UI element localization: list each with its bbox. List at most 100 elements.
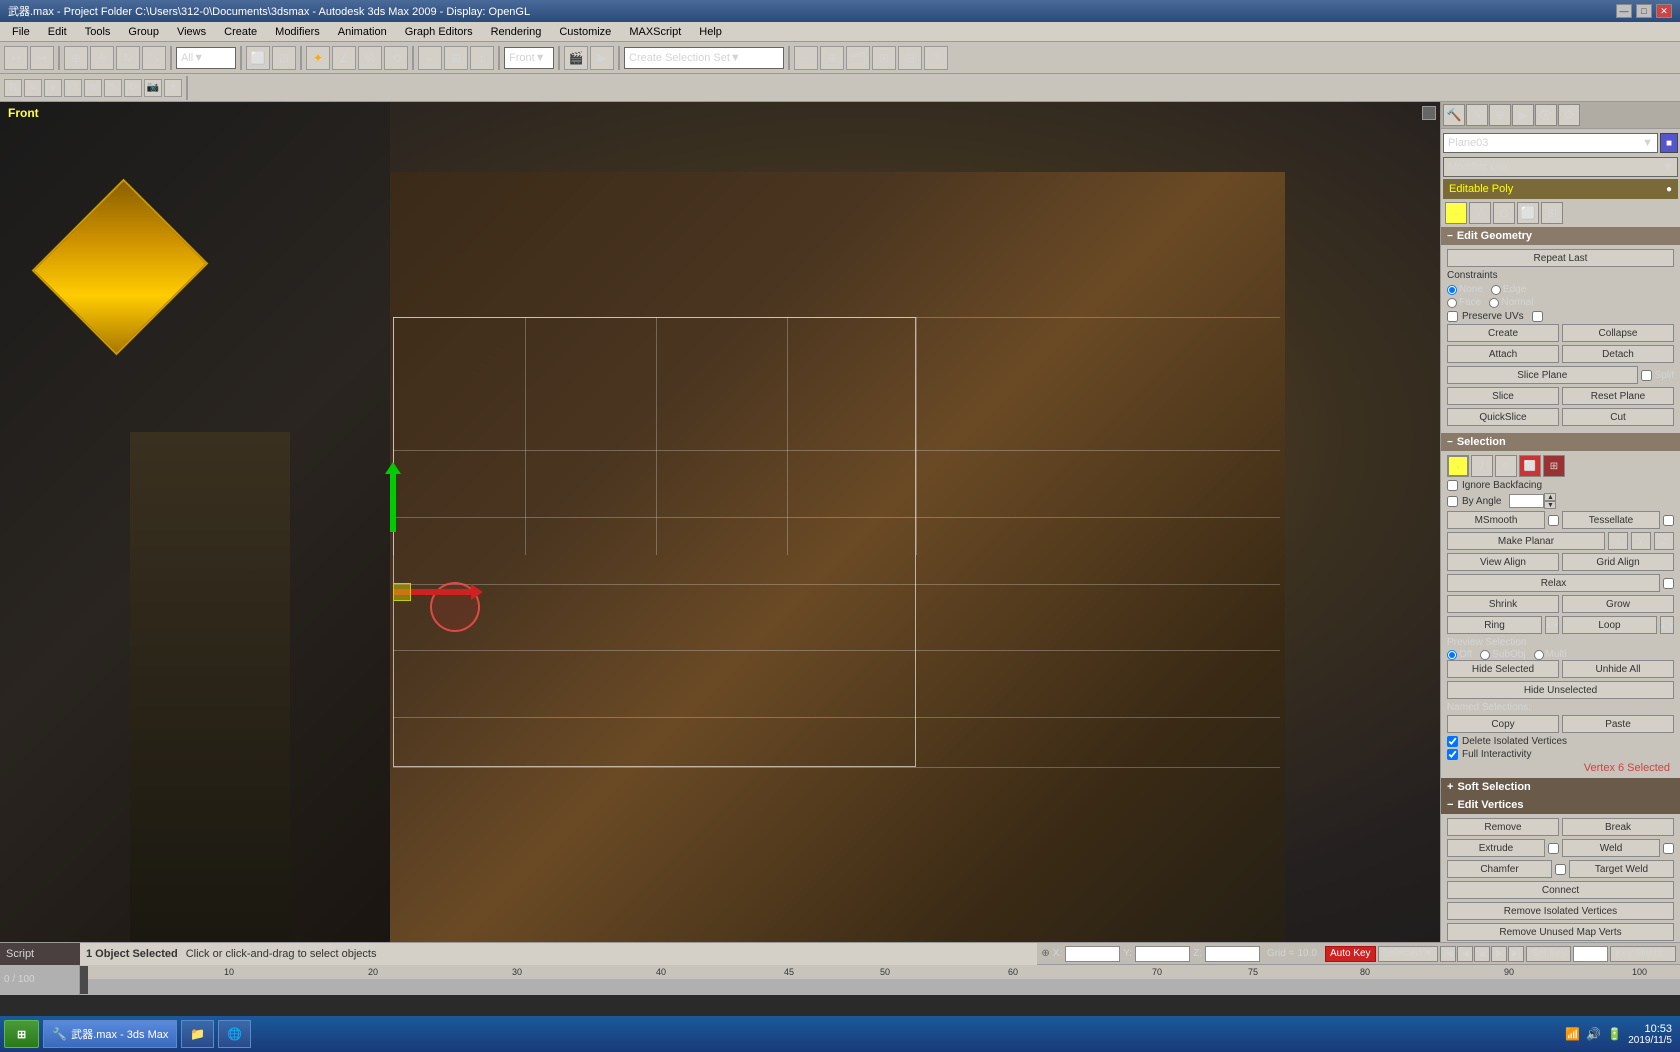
stop-button[interactable]: ■ [1474,946,1490,962]
play-back-button[interactable]: ◀ [1457,946,1473,962]
z-button[interactable]: Z [1654,532,1674,550]
set-key-button[interactable]: Set Key [1526,946,1571,962]
delete-isolated-checkbox[interactable] [1447,736,1458,747]
create-button[interactable]: Create [1447,324,1559,342]
align-special-button[interactable]: ⋮ [794,46,818,70]
remove-unused-button[interactable]: Remove Unused Map Verts [1447,923,1674,941]
scene-explorer-button[interactable]: 🗂 [846,46,870,70]
play-forward-button[interactable]: ▶ [1491,946,1507,962]
remove-button[interactable]: Remove [1447,818,1559,836]
menu-views[interactable]: Views [169,24,214,40]
preserve-uvs-checkbox[interactable] [1447,311,1458,322]
full-interactivity-checkbox[interactable] [1447,749,1458,760]
spinner-snap-button[interactable]: ⟲ [384,46,408,70]
selection-header[interactable]: − Selection [1441,433,1680,451]
preserve-uvs-checkbox2[interactable] [1532,311,1543,322]
unhide-all-button[interactable]: Unhide All [1562,660,1674,678]
polygon-icon[interactable]: ⬜ [1517,202,1539,224]
window-controls[interactable]: — □ ✕ [1616,4,1672,18]
scale-button[interactable]: ⤡ [142,46,166,70]
msmooth-checkbox[interactable] [1548,515,1559,526]
close-button[interactable]: ✕ [1656,4,1672,18]
chamfer-button[interactable]: Chamfer [1447,860,1552,878]
angle-up-button[interactable]: ▲ [1544,493,1556,501]
copy-button[interactable]: Copy [1447,715,1559,733]
undo-button[interactable]: ↩ [4,46,28,70]
ring-button[interactable]: Ring [1447,616,1542,634]
angle-snap-button[interactable]: ∠ [332,46,356,70]
motion-panel-tab[interactable]: ▶ [1512,104,1534,126]
extrude-button[interactable]: Extrude [1447,839,1545,857]
vertex-icon[interactable]: · [1445,202,1467,224]
taskbar-3dsmax[interactable]: 🔧 武器.max - 3ds Max [43,1020,177,1048]
utilities-panel-tab[interactable]: ⚙ [1558,104,1580,126]
rotate-button[interactable]: ↻ [116,46,140,70]
remove-isolated-button[interactable]: Remove Isolated Vertices [1447,902,1674,920]
taskbar-explorer[interactable]: 📁 [181,1020,214,1048]
create-selection-set-dropdown[interactable]: Create Selection Set ▼ [624,47,784,69]
panel-icon-5[interactable]: ⊕ [84,79,102,97]
angle-down-button[interactable]: ▼ [1544,501,1556,509]
border-icon[interactable]: ⊙ [1493,202,1515,224]
cut-button[interactable]: Cut [1562,408,1674,426]
menu-edit[interactable]: Edit [40,24,75,40]
maximize-button[interactable]: □ [1636,4,1652,18]
break-button[interactable]: Break [1562,818,1674,836]
menu-rendering[interactable]: Rendering [483,24,550,40]
constraint-none-radio[interactable] [1447,285,1457,295]
msmooth-button[interactable]: MSmooth [1447,511,1545,529]
start-button[interactable]: ⊞ [4,1020,39,1048]
x-input[interactable]: 40.899 [1065,946,1120,962]
menu-animation[interactable]: Animation [330,24,395,40]
tessellate-checkbox[interactable] [1663,515,1674,526]
panel-icon-4[interactable]: ⬡ [64,79,82,97]
viewport-corner-button[interactable] [1422,106,1436,120]
edge-select-icon[interactable]: / [1471,455,1493,477]
redo-button[interactable]: ↪ [30,46,54,70]
help-button[interactable]: ? [924,46,948,70]
menu-file[interactable]: File [4,24,38,40]
viewport-3d[interactable]: Front [0,102,1440,942]
group-button[interactable]: ⊞ [872,46,896,70]
y-button[interactable]: Y [1631,532,1651,550]
editable-poly-entry[interactable]: Editable Poly ● [1443,179,1678,199]
select-move-button[interactable]: ✛ [90,46,114,70]
display-panel-tab[interactable]: 👁 [1535,104,1557,126]
preview-multi-radio[interactable] [1534,650,1544,660]
view-dropdown[interactable]: Front ▼ [504,47,554,69]
menu-group[interactable]: Group [120,24,167,40]
menu-customize[interactable]: Customize [551,24,619,40]
extrude-checkbox[interactable] [1548,843,1559,854]
tessellate-button[interactable]: Tessellate [1562,511,1660,529]
next-frame-button[interactable]: ▶| [1508,946,1524,962]
slice-button[interactable]: Slice [1447,387,1559,405]
normal-align-button[interactable]: ↕ [470,46,494,70]
panel-icon-1[interactable]: ⊞ [4,79,22,97]
connect-button[interactable]: Connect [1447,881,1674,899]
snap-toggle-button[interactable]: ✦ [306,46,330,70]
quick-render-button[interactable]: ▶ [590,46,614,70]
ring-spinner-button[interactable]: ▲▼ [1545,616,1559,634]
constraint-face-radio[interactable] [1447,298,1457,308]
select-region-button[interactable]: ⬜ [246,46,270,70]
taskbar-browser[interactable]: 🌐 [218,1020,251,1048]
menu-tools[interactable]: Tools [77,24,119,40]
reference-coord-dropdown[interactable]: All ▼ [176,47,236,69]
z-input[interactable]: 125.445 [1205,946,1260,962]
modifier-list-dropdown[interactable]: Modifier List ▼ [1443,157,1678,177]
menu-help[interactable]: Help [691,24,730,40]
detach-button[interactable]: Detach [1562,345,1674,363]
view-align-button[interactable]: View Align [1447,553,1559,571]
ungroup-button[interactable]: ⊟ [898,46,922,70]
hide-unselected-button[interactable]: Hide Unselected [1447,681,1674,699]
grid-align-button[interactable]: Grid Align [1562,553,1674,571]
repeat-last-button[interactable]: Repeat Last [1447,249,1674,267]
edit-geometry-header[interactable]: − Edit Geometry [1441,227,1680,245]
weld-button[interactable]: Weld [1562,839,1660,857]
auto-key-button[interactable]: Auto Key [1325,946,1376,962]
relax-button[interactable]: Relax [1447,574,1660,592]
panel-icon-9[interactable]: ☀ [164,79,182,97]
ignore-backfacing-checkbox[interactable] [1447,480,1458,491]
modify-panel-tab[interactable]: ✎ [1466,104,1488,126]
polygon-select-icon[interactable]: ⬜ [1519,455,1541,477]
